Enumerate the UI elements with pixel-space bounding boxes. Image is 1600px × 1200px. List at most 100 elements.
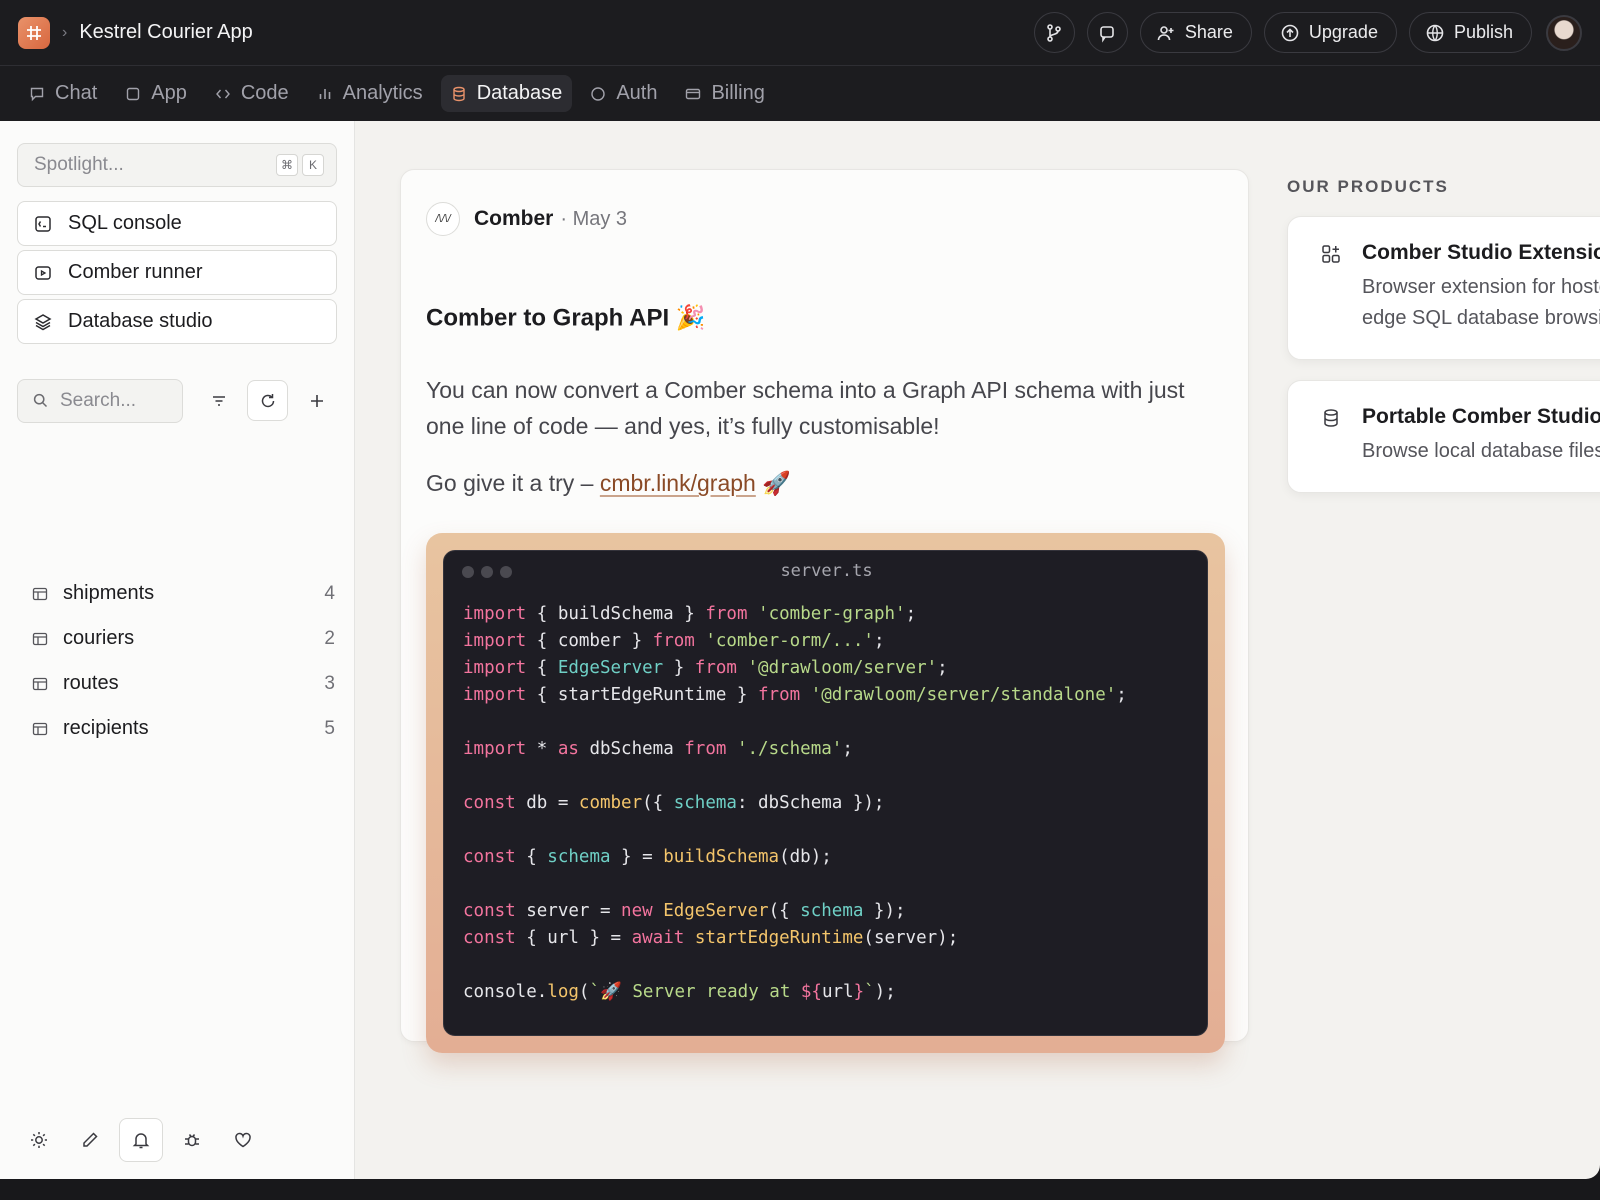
app-logo[interactable] bbox=[18, 16, 50, 49]
message-icon bbox=[1100, 25, 1115, 43]
bar-chart-icon bbox=[319, 88, 330, 99]
tab-chat[interactable]: Chat bbox=[19, 75, 107, 112]
product-title: Comber Studio Extension bbox=[1362, 241, 1600, 264]
spotlight-placeholder: Spotlight... bbox=[34, 154, 124, 175]
sql-console-button[interactable]: SQL console bbox=[17, 201, 337, 246]
arrow-up-circle-icon bbox=[1281, 24, 1299, 41]
main-frame: Spotlight... ⌘ K SQL console Comber runn… bbox=[0, 121, 1600, 1179]
product-card-portable-studio[interactable]: Portable Comber Studio Browse local data… bbox=[1287, 380, 1600, 493]
table-count: 5 bbox=[324, 717, 335, 739]
post-call-to-action: Go give it a try – cmbr.link/graph 🚀 bbox=[426, 470, 791, 497]
search-icon bbox=[33, 393, 48, 408]
table-item-shipments[interactable]: shipments 4 bbox=[17, 571, 337, 616]
code-filename: server.ts bbox=[780, 561, 873, 581]
circle-icon bbox=[591, 86, 606, 101]
table-icon bbox=[32, 587, 48, 600]
code-block: import { buildSchema } from 'comber-grap… bbox=[463, 604, 1127, 1002]
database-studio-button[interactable]: Database studio bbox=[17, 299, 337, 344]
table-item-recipients[interactable]: recipients 5 bbox=[17, 706, 337, 751]
comments-button[interactable] bbox=[1086, 12, 1128, 53]
sidebar-footer bbox=[17, 1118, 265, 1162]
tab-label: Database bbox=[476, 82, 563, 104]
product-card-studio-extension[interactable]: Comber Studio Extension Browser extensio… bbox=[1287, 216, 1600, 360]
chat-icon bbox=[30, 87, 44, 101]
post-body: You can now convert a Comber schema into… bbox=[426, 377, 1185, 439]
layers-icon bbox=[34, 313, 52, 330]
add-table-button[interactable] bbox=[297, 381, 337, 421]
post-title: Comber to Graph API 🎉 bbox=[426, 304, 706, 332]
publish-label: Publish bbox=[1453, 22, 1513, 42]
graph-link[interactable]: cmbr.link/graph bbox=[600, 470, 756, 496]
code-showcase: server.ts import { buildSchema } from 'c… bbox=[426, 533, 1225, 1053]
tab-code[interactable]: Code bbox=[205, 75, 299, 112]
table-count: 4 bbox=[324, 582, 335, 604]
grid-hash-icon bbox=[27, 25, 41, 40]
table-list: shipments 4 couriers 2 routes 3 recipien… bbox=[17, 571, 337, 751]
theme-toggle-button[interactable] bbox=[17, 1118, 61, 1162]
table-name: shipments bbox=[63, 582, 155, 604]
top-bar: › Kestrel Courier App Share Upgrade Publ… bbox=[0, 0, 1600, 66]
comber-runner-button[interactable]: Comber runner bbox=[17, 250, 337, 295]
spotlight-input[interactable]: Spotlight... ⌘ K bbox=[17, 143, 337, 187]
notifications-button[interactable] bbox=[119, 1118, 163, 1162]
bug-icon bbox=[185, 1134, 199, 1147]
publish-button[interactable]: Publish bbox=[1408, 12, 1532, 53]
table-search-row: Search... bbox=[17, 378, 337, 423]
sidebar: Spotlight... ⌘ K SQL console Comber runn… bbox=[0, 121, 355, 1179]
database-icon bbox=[452, 86, 465, 101]
table-name: recipients bbox=[63, 717, 149, 739]
share-label: Share bbox=[1184, 22, 1233, 42]
product-title: Portable Comber Studio bbox=[1362, 405, 1600, 428]
edit-button[interactable] bbox=[68, 1118, 112, 1162]
product-description: Browse local database files bbox=[1362, 440, 1600, 462]
app-title[interactable]: Kestrel Courier App bbox=[79, 21, 252, 44]
play-square-icon bbox=[35, 265, 51, 280]
favorites-button[interactable] bbox=[221, 1118, 265, 1162]
tab-auth[interactable]: Auth bbox=[580, 75, 667, 112]
database-icon bbox=[1324, 409, 1338, 427]
command-key-badge: ⌘ bbox=[276, 154, 298, 176]
quick-link-label: SQL console bbox=[68, 212, 182, 234]
table-count: 3 bbox=[324, 672, 335, 694]
table-search-input[interactable]: Search... bbox=[17, 378, 183, 423]
breadcrumb-chevron-icon: › bbox=[62, 23, 68, 41]
plus-icon bbox=[311, 394, 323, 407]
table-icon bbox=[32, 722, 48, 735]
table-item-routes[interactable]: routes 3 bbox=[17, 661, 337, 706]
refresh-icon bbox=[261, 393, 274, 407]
upgrade-button[interactable]: Upgrade bbox=[1263, 12, 1397, 53]
tab-label: Code bbox=[240, 82, 289, 104]
share-button[interactable]: Share bbox=[1139, 12, 1252, 53]
bell-icon bbox=[132, 1133, 150, 1149]
globe-icon bbox=[1426, 24, 1444, 41]
tab-analytics[interactable]: Analytics bbox=[307, 75, 433, 112]
apps-plus-icon bbox=[1322, 245, 1340, 263]
sun-icon bbox=[31, 1132, 47, 1148]
product-description: edge SQL database browsing bbox=[1362, 307, 1600, 329]
table-name: routes bbox=[63, 672, 119, 694]
post-author[interactable]: Comber bbox=[474, 207, 553, 231]
user-plus-icon bbox=[1157, 25, 1174, 40]
k-key-badge: K bbox=[302, 154, 324, 176]
post-author-row: /\/\/ Comber · May 3 bbox=[426, 202, 627, 236]
tab-app[interactable]: App bbox=[115, 75, 197, 112]
square-icon bbox=[127, 87, 140, 100]
tab-label: Chat bbox=[55, 82, 98, 104]
post-date: · May 3 bbox=[560, 207, 628, 230]
table-icon bbox=[32, 632, 48, 645]
filter-button[interactable] bbox=[199, 381, 239, 421]
table-name: couriers bbox=[63, 627, 135, 649]
branch-button[interactable] bbox=[1033, 12, 1075, 53]
table-item-couriers[interactable]: couriers 2 bbox=[17, 616, 337, 661]
code-window: server.ts import { buildSchema } from 'c… bbox=[443, 550, 1208, 1036]
refresh-button[interactable] bbox=[247, 380, 288, 421]
tab-billing[interactable]: Billing bbox=[675, 75, 774, 112]
terminal-icon bbox=[35, 215, 51, 232]
tab-label: Billing bbox=[711, 82, 765, 104]
user-avatar[interactable] bbox=[1546, 14, 1582, 51]
pencil-icon bbox=[83, 1132, 98, 1147]
product-description: Browser extension for hosted bbox=[1362, 276, 1600, 298]
debug-button[interactable] bbox=[170, 1118, 214, 1162]
quick-link-label: Comber runner bbox=[68, 261, 203, 283]
tab-database[interactable]: Database bbox=[440, 75, 573, 112]
